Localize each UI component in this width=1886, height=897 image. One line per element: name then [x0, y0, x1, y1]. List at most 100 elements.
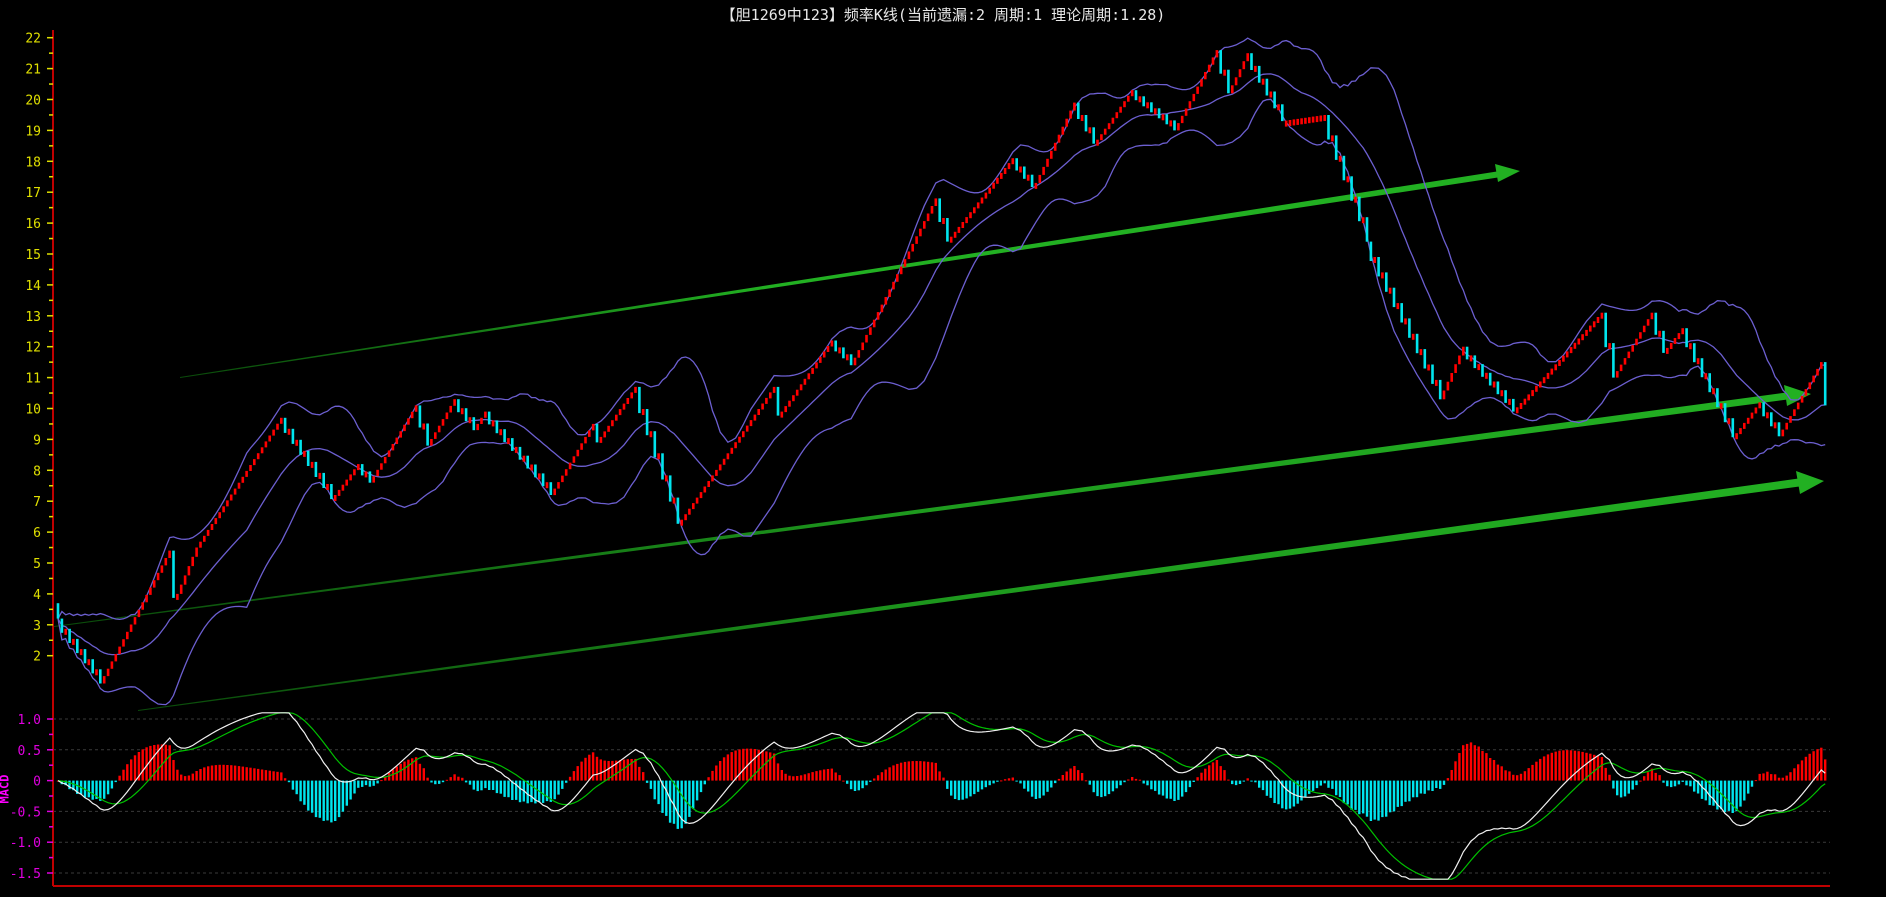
- macd-histogram-bar: [584, 757, 587, 781]
- k-bar-down: [842, 347, 845, 359]
- macd-histogram-bar: [422, 768, 425, 781]
- k-bar-up: [1177, 123, 1180, 131]
- macd-histogram-bar: [788, 775, 791, 781]
- macd-histogram-bar: [518, 780, 522, 803]
- macd-histogram-bar: [657, 780, 660, 805]
- trend-arrow-middle: [54, 392, 1791, 627]
- k-bar-up: [715, 469, 718, 476]
- k-bar-up: [572, 456, 576, 463]
- k-bar-up: [1300, 118, 1303, 125]
- macd-histogram-bar: [260, 769, 264, 781]
- macd-histogram-bar: [830, 768, 833, 781]
- k-bar-up: [580, 443, 583, 450]
- k-bar-up: [1796, 402, 1800, 410]
- k-bar-up: [1758, 402, 1761, 409]
- macd-histogram-bar: [888, 767, 891, 781]
- k-bar-up: [907, 251, 911, 260]
- k-bar-down: [91, 659, 94, 674]
- macd-histogram-bar: [907, 761, 910, 781]
- k-bar-up: [1435, 379, 1438, 386]
- k-bar-up: [1292, 119, 1296, 126]
- k-bar-down: [60, 618, 64, 633]
- macd-histogram-bar: [1419, 780, 1423, 794]
- k-bar-up: [126, 631, 129, 640]
- macd-histogram-bar: [965, 780, 968, 799]
- k-bar-up: [507, 438, 510, 445]
- macd-histogram-bar: [1589, 753, 1592, 781]
- k-bar-down: [1092, 127, 1095, 144]
- macd-histogram-bar: [1223, 770, 1226, 781]
- macd-histogram-bar: [1562, 750, 1565, 781]
- k-bar-up: [1554, 364, 1557, 371]
- k-bar-up: [1558, 360, 1561, 366]
- k-bar-up: [160, 565, 164, 573]
- k-bar-up: [564, 469, 568, 476]
- macd-histogram-bar: [1177, 780, 1180, 800]
- macd-histogram-bar: [453, 774, 456, 781]
- macd-histogram-bar: [1208, 765, 1211, 781]
- macd-histogram-bar: [430, 780, 433, 783]
- k-bar-down: [834, 340, 837, 352]
- k-bar-down: [1473, 355, 1477, 369]
- k-bar-down: [1142, 96, 1145, 107]
- y-tick-label: 2: [33, 650, 41, 665]
- k-bar-up: [383, 456, 387, 464]
- macd-histogram-bar: [287, 780, 291, 783]
- k-bar-down: [487, 411, 491, 425]
- k-bar-up: [1739, 428, 1742, 435]
- k-bar-down: [68, 628, 71, 643]
- k-bar-up: [1793, 409, 1796, 416]
- k-bar-up: [1592, 321, 1596, 328]
- k-bar-down: [1700, 358, 1704, 378]
- k-bar-up: [1727, 418, 1731, 425]
- k-bar-down: [638, 386, 641, 414]
- k-bar-up: [449, 405, 452, 413]
- k-bar-down: [1227, 69, 1230, 94]
- macd-histogram-bar: [1654, 772, 1657, 781]
- macd-histogram-bar: [1777, 777, 1781, 781]
- macd-histogram-bar: [1477, 746, 1480, 781]
- macd-histogram-bar: [176, 769, 179, 781]
- macd-histogram-bar: [576, 766, 579, 781]
- macd-histogram-bar: [368, 780, 372, 787]
- macd-histogram-bar: [645, 780, 649, 783]
- macd-histogram-bar: [822, 769, 826, 781]
- k-bar-up: [788, 400, 791, 407]
- macd-histogram-bar: [511, 780, 514, 800]
- k-bar-up: [1046, 158, 1049, 167]
- k-bar-up: [1658, 330, 1661, 337]
- k-bar-up: [1038, 174, 1042, 183]
- macd-histogram-bar: [988, 780, 991, 786]
- k-bar-up: [403, 424, 406, 432]
- macd-histogram-bar: [1111, 780, 1115, 792]
- macd-histogram-bar: [1134, 778, 1138, 781]
- k-bar-up: [1254, 65, 1257, 72]
- k-bar-up: [1242, 61, 1246, 70]
- macd-series: [56, 712, 1827, 880]
- k-bar-up: [1061, 126, 1065, 135]
- k-bar-up: [1569, 347, 1573, 354]
- macd-histogram-bar: [330, 780, 333, 823]
- macd-histogram-bar: [488, 780, 491, 790]
- macd-histogram-bar: [707, 777, 710, 781]
- macd-histogram-bar: [449, 777, 452, 781]
- k-bar-up: [1562, 355, 1565, 362]
- k-bar-down: [1392, 287, 1396, 308]
- k-bar-up: [95, 669, 98, 676]
- k-bar-up: [1361, 217, 1365, 224]
- macd-histogram-bar: [1157, 780, 1161, 795]
- macd-histogram-bar: [611, 760, 614, 781]
- macd-histogram-bar: [726, 754, 730, 781]
- macd-histogram-bar: [1735, 780, 1738, 812]
- macd-histogram-bar: [653, 780, 656, 800]
- macd-histogram-bar: [1623, 780, 1627, 797]
- k-bar-up: [576, 449, 580, 457]
- k-bar-up: [876, 312, 880, 320]
- macd-histogram-bar: [711, 770, 714, 781]
- k-bar-down: [946, 218, 949, 242]
- k-bar-up: [1188, 101, 1192, 109]
- macd-histogram-bar: [984, 780, 987, 788]
- k-bar-down: [299, 439, 302, 455]
- k-bar-down: [1134, 90, 1138, 101]
- macd-histogram-bar: [464, 780, 468, 783]
